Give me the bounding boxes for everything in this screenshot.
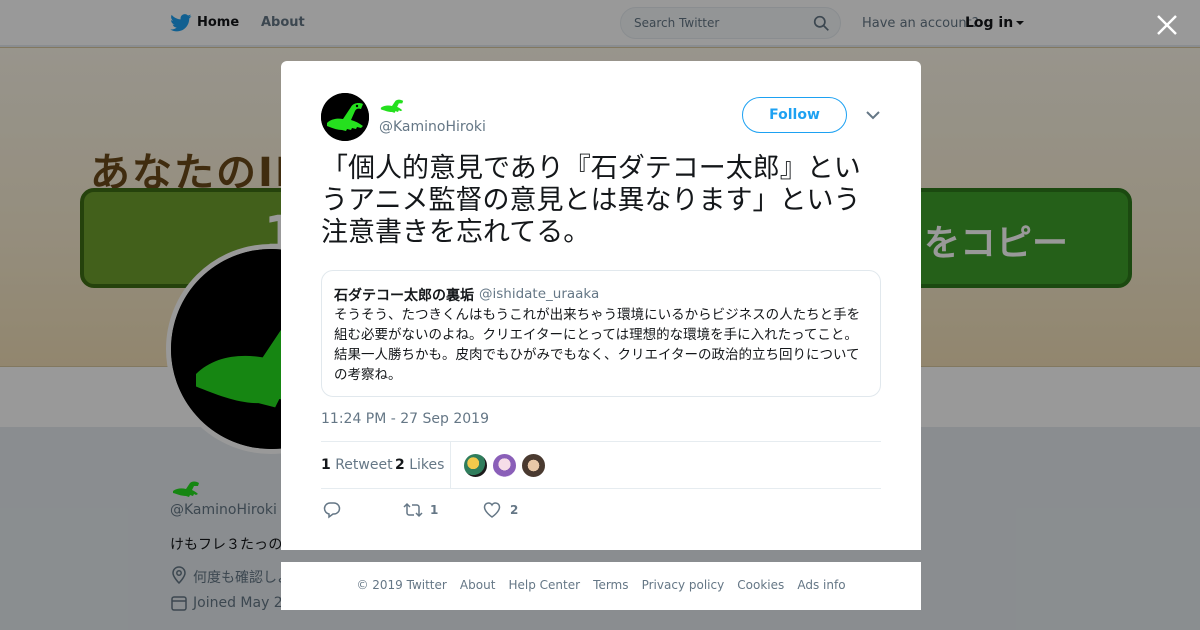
tweet-actions: 1 2 xyxy=(321,499,881,523)
liker-avatar[interactable] xyxy=(521,453,546,478)
chevron-down-icon[interactable] xyxy=(865,109,881,121)
quoted-tweet[interactable]: 石ダテコー太郎の裏垢 @ishidate_uraaka そうそう、たつきくんはも… xyxy=(321,270,881,397)
stats-divider xyxy=(450,442,451,489)
modal-footer: © 2019 Twitter About Help Center Terms P… xyxy=(281,562,921,610)
quoted-tweet-text: そうそう、たつきくんはもうこれが出来ちゃう環境にいるからビジネスの人たちと手を組… xyxy=(334,307,861,383)
footer-link-terms[interactable]: Terms xyxy=(593,578,628,592)
quoted-author-handle: @ishidate_uraaka xyxy=(479,286,600,302)
retweet-icon[interactable] xyxy=(403,501,423,519)
footer-link-cookies[interactable]: Cookies xyxy=(737,578,784,592)
reply-icon[interactable] xyxy=(323,501,341,519)
crocodile-emoji-icon[interactable] xyxy=(380,97,404,115)
likes-stat[interactable]: 2 Likes xyxy=(395,457,444,473)
like-action-count: 2 xyxy=(510,503,519,517)
likes-stat-label: Likes xyxy=(409,457,445,473)
retweet-action-count: 1 xyxy=(430,503,439,517)
heart-icon[interactable] xyxy=(483,501,501,519)
close-icon[interactable] xyxy=(1152,10,1182,40)
footer-link-help-center[interactable]: Help Center xyxy=(509,578,581,592)
tweet-author-avatar[interactable] xyxy=(321,93,369,141)
retweet-count: 1 xyxy=(321,457,331,473)
footer-link-privacy[interactable]: Privacy policy xyxy=(642,578,725,592)
liker-avatar[interactable] xyxy=(492,453,517,478)
footer-link-about[interactable]: About xyxy=(460,578,495,592)
tweet-timestamp[interactable]: 11:24 PM - 27 Sep 2019 xyxy=(321,411,489,427)
quoted-author-name: 石ダテコー太郎の裏垢 xyxy=(334,288,474,304)
crocodile-logo-icon xyxy=(321,93,369,141)
tweet-author-handle[interactable]: @KaminoHiroki xyxy=(379,119,486,135)
tweet-stats: 1 Retweet 2 Likes xyxy=(321,441,881,489)
follow-button[interactable]: Follow xyxy=(742,97,847,133)
tweet-text: 「個人的意見であり『石ダテコー太郎』というアニメ監督の意見とは異なります」という… xyxy=(321,153,861,248)
liker-avatar[interactable] xyxy=(463,453,488,478)
retweet-stat[interactable]: 1 Retweet xyxy=(321,457,393,473)
footer-copyright: © 2019 Twitter xyxy=(356,578,447,592)
tweet-modal: @KaminoHiroki Follow 「個人的意見であり『石ダテコー太郎』と… xyxy=(281,61,921,550)
retweet-stat-label: Retweet xyxy=(335,457,393,473)
likes-count: 2 xyxy=(395,457,405,473)
footer-link-ads-info[interactable]: Ads info xyxy=(797,578,845,592)
